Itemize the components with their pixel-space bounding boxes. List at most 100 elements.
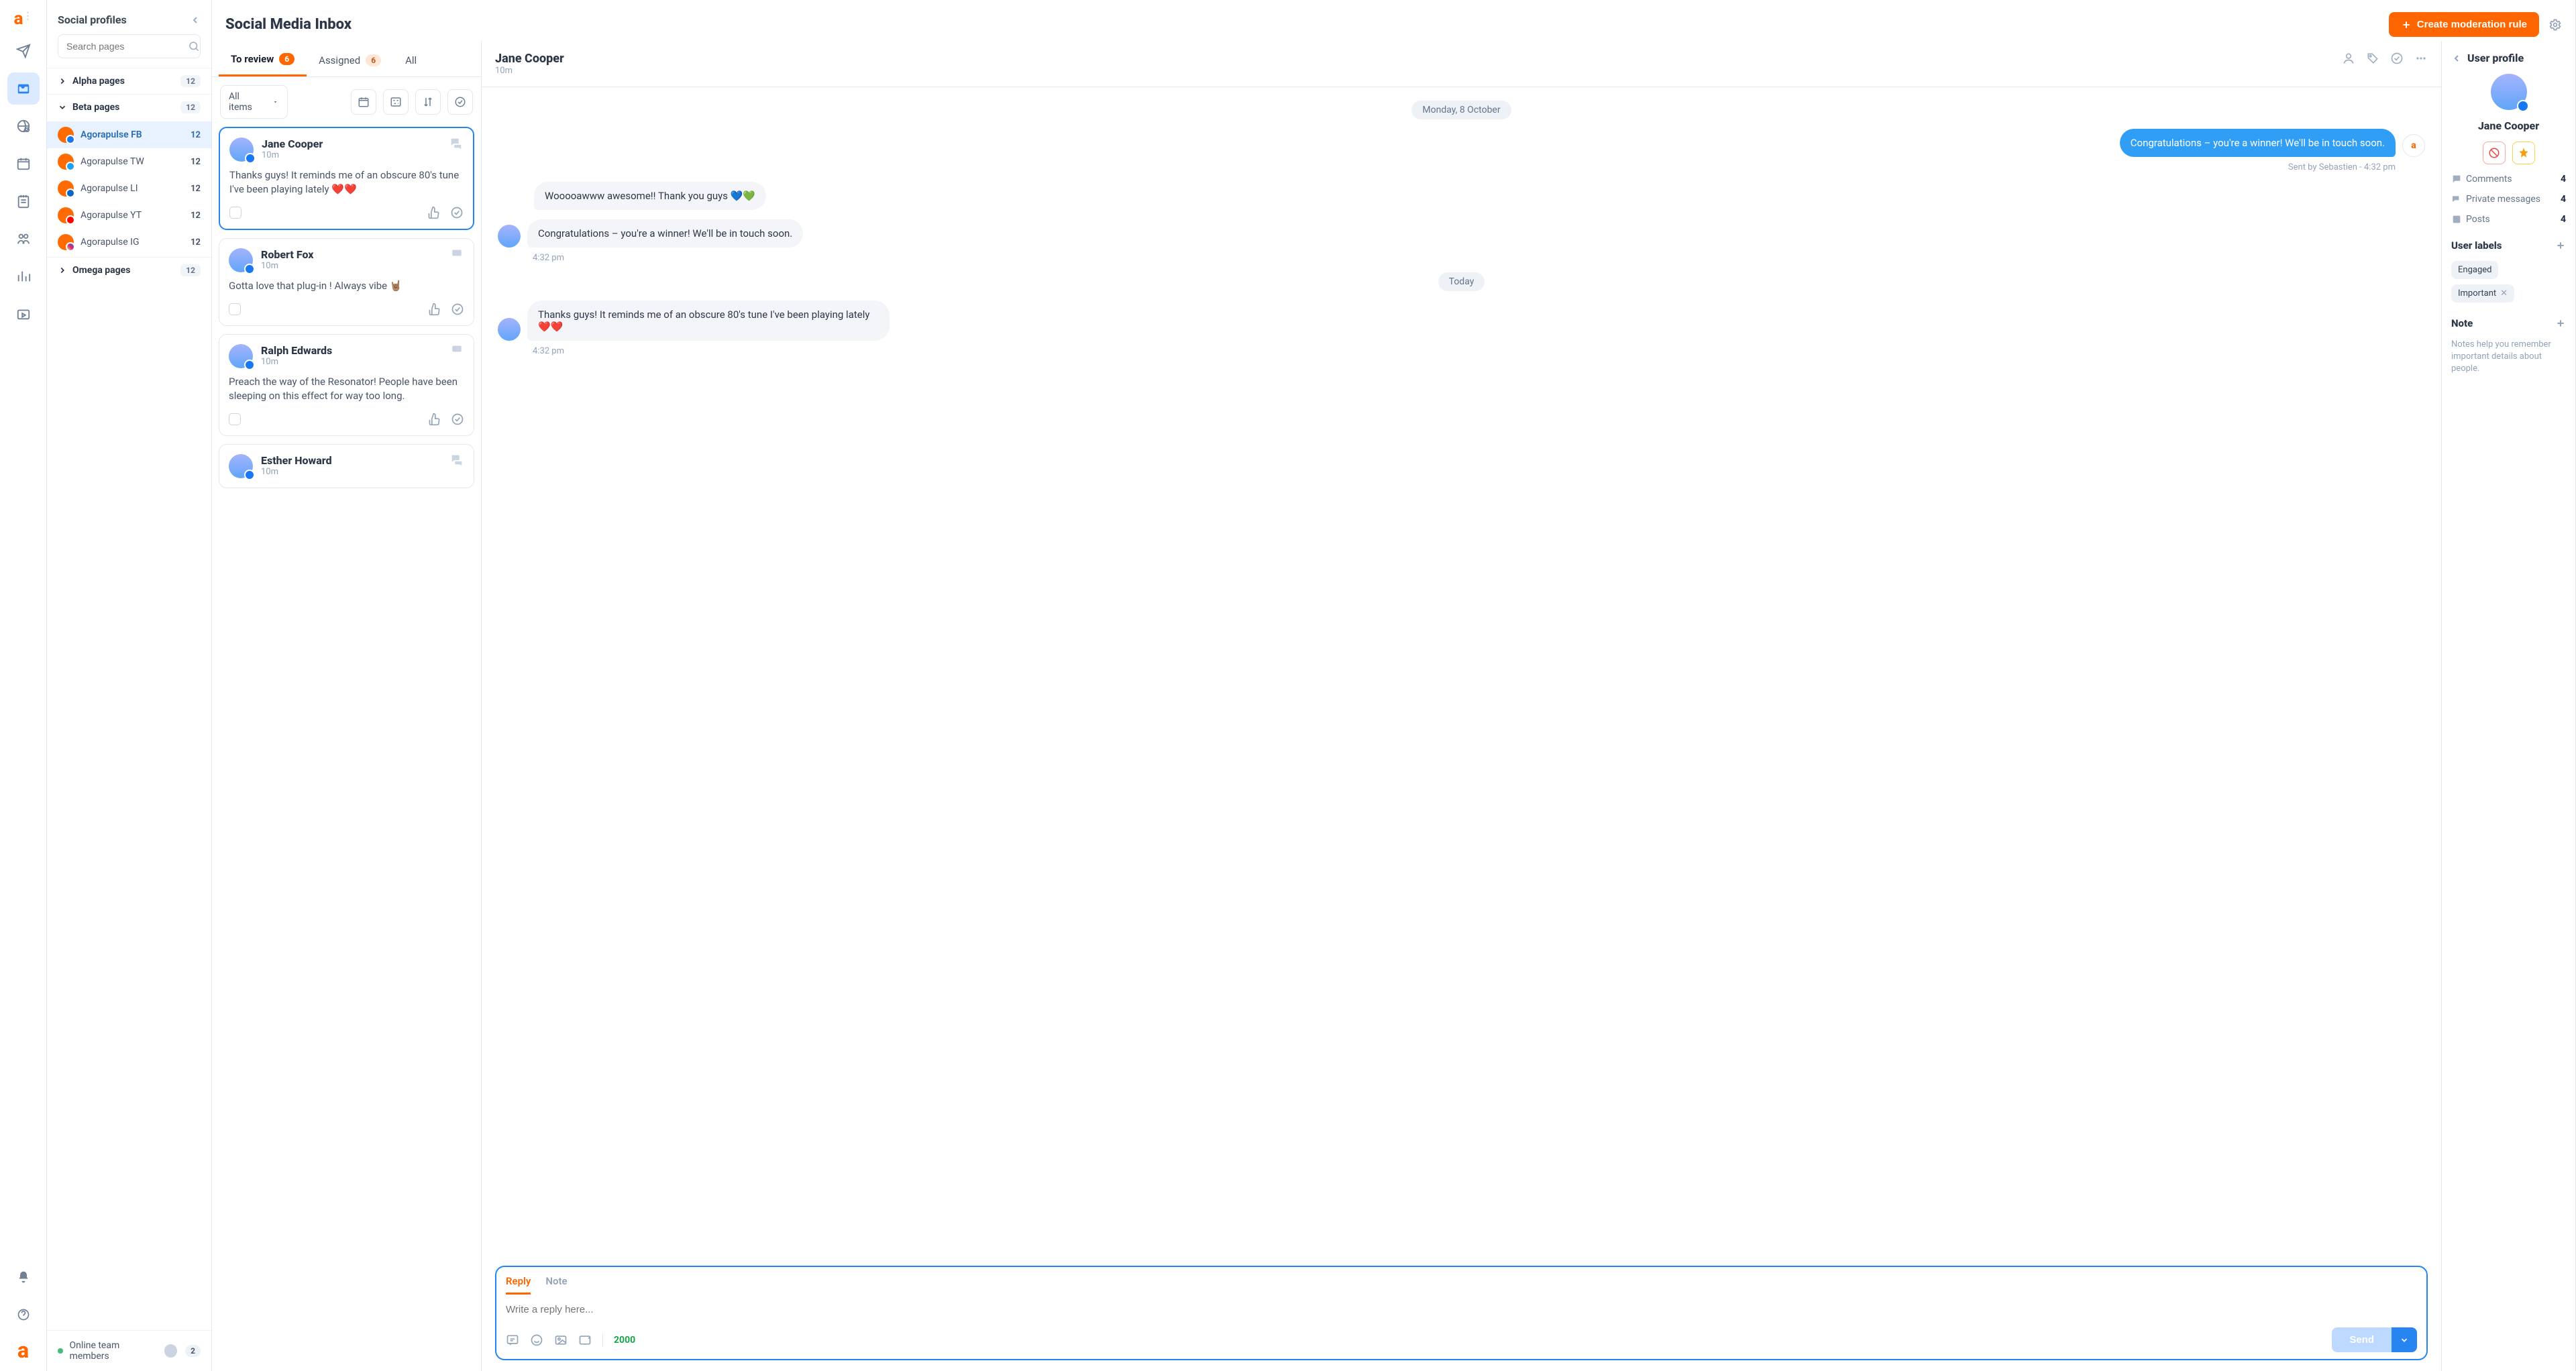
sidebar-collapse-icon[interactable]	[190, 15, 201, 25]
sidebar-footer[interactable]: Online team members 2	[47, 1330, 211, 1371]
image-icon[interactable]	[554, 1333, 568, 1347]
avatar	[229, 138, 254, 162]
add-label-icon[interactable]	[2555, 240, 2566, 251]
send-button[interactable]: Send	[2332, 1327, 2392, 1352]
like-icon[interactable]	[428, 303, 441, 316]
composer-tab-reply[interactable]: Reply	[506, 1275, 531, 1295]
checkbox[interactable]	[229, 303, 241, 315]
rail-inbox-icon[interactable]	[7, 72, 40, 105]
bubble-text: Congratulations – you're a winner! We'll…	[527, 219, 803, 248]
channel-ig[interactable]: Agorapulse IG 12	[47, 229, 211, 256]
char-count: 2000	[614, 1335, 635, 1346]
stat-pm[interactable]: Private messages 4	[2451, 194, 2566, 205]
chevron-down-icon	[272, 98, 278, 106]
emoji-icon[interactable]	[530, 1333, 543, 1347]
chevron-down-icon	[2400, 1335, 2409, 1345]
inbox-card[interactable]: Robert Fox10m Gotta love that plug-in ! …	[219, 238, 474, 326]
channels-beta: Agorapulse FB 12 Agorapulse TW 12 Agorap…	[47, 120, 211, 257]
mark-reviewed-icon[interactable]	[447, 89, 473, 115]
conversation-icon	[449, 453, 464, 468]
rail-home-icon[interactable]	[7, 35, 40, 67]
review-icon[interactable]	[451, 303, 464, 316]
message-received: Wooooawww awesome!! Thank you guys 💙💚	[498, 182, 2425, 210]
saved-reply-icon[interactable]	[506, 1333, 519, 1347]
channel-tw[interactable]: Agorapulse TW 12	[47, 148, 211, 175]
rail-notes-icon[interactable]	[7, 185, 40, 217]
review-icon[interactable]	[2390, 52, 2404, 65]
rail-notifications-icon[interactable]	[7, 1261, 40, 1293]
assign-icon[interactable]	[2342, 52, 2355, 65]
sort-icon[interactable]	[415, 89, 441, 115]
channel-count: 12	[191, 157, 201, 167]
avatar	[498, 225, 521, 248]
stat-comments[interactable]: Comments 4	[2451, 174, 2566, 184]
card-settings-icon[interactable]	[383, 89, 409, 115]
group-omega[interactable]: Omega pages 12	[47, 257, 211, 283]
composer-tab-note[interactable]: Note	[545, 1275, 567, 1295]
channel-name: Agorapulse TW	[80, 156, 144, 167]
search-input[interactable]	[66, 41, 188, 52]
checkbox[interactable]	[229, 207, 241, 219]
rail-calendar-icon[interactable]	[7, 148, 40, 180]
rail-listening-icon[interactable]	[7, 110, 40, 142]
channel-name: Agorapulse FB	[80, 129, 142, 140]
gif-icon[interactable]	[578, 1333, 592, 1347]
add-note-icon[interactable]	[2555, 318, 2566, 329]
reply-input[interactable]	[506, 1304, 2417, 1315]
card-name: Robert Fox	[261, 248, 314, 261]
like-icon[interactable]	[428, 413, 441, 426]
channel-icon	[58, 154, 74, 170]
profile-title: User profile	[2467, 52, 2524, 64]
inbox-card[interactable]: Ralph Edwards10m Preach the way of the R…	[219, 334, 474, 436]
review-icon[interactable]	[451, 413, 464, 426]
remove-chip-icon[interactable]: ✕	[2500, 288, 2508, 298]
section-title: User labels	[2451, 239, 2502, 252]
avatar	[229, 248, 253, 272]
card-name: Esther Howard	[261, 454, 332, 467]
inbox-card[interactable]: Esther Howard10m	[219, 444, 474, 488]
group-count: 12	[180, 75, 201, 87]
rail-help-icon[interactable]	[7, 1299, 40, 1331]
channel-yt[interactable]: Agorapulse YT 12	[47, 202, 211, 229]
rail-reports-icon[interactable]	[7, 260, 40, 292]
group-beta[interactable]: Beta pages 12	[47, 94, 211, 120]
group-label: Beta pages	[72, 102, 119, 113]
group-count: 12	[180, 264, 201, 276]
inbox-card[interactable]: Jane Cooper10m Thanks guys! It reminds m…	[219, 127, 474, 230]
tab-to-review[interactable]: To review 6	[219, 41, 307, 76]
settings-icon[interactable]	[2548, 18, 2562, 32]
ban-button[interactable]	[2483, 142, 2506, 164]
stat-posts[interactable]: Posts 4	[2451, 214, 2566, 225]
post-icon	[2451, 214, 2462, 225]
back-icon[interactable]	[2451, 53, 2462, 64]
page-title: Social Media Inbox	[225, 16, 352, 33]
label-chip[interactable]: Engaged	[2451, 261, 2498, 279]
rail-library-icon[interactable]	[7, 298, 40, 330]
group-alpha[interactable]: Alpha pages 12	[47, 68, 211, 94]
online-count: 2	[185, 1345, 201, 1357]
label-chip[interactable]: Important✕	[2451, 284, 2514, 303]
channel-name: Agorapulse IG	[80, 237, 140, 248]
star-button[interactable]	[2512, 142, 2535, 164]
review-icon[interactable]	[450, 206, 464, 219]
tab-assigned[interactable]: Assigned 6	[307, 41, 393, 76]
search-input-wrap[interactable]	[58, 34, 201, 58]
agent-avatar-icon: a	[2402, 134, 2425, 157]
section-title: Note	[2451, 317, 2473, 329]
tab-all[interactable]: All	[393, 41, 429, 76]
avatar	[498, 318, 521, 341]
filter-dropdown[interactable]: All items	[220, 85, 288, 119]
create-moderation-rule-button[interactable]: Create moderation rule	[2389, 12, 2539, 37]
calendar-filter-icon[interactable]	[351, 89, 376, 115]
more-icon[interactable]	[2414, 52, 2428, 65]
message-meta: 4:32 pm	[533, 346, 564, 356]
tag-icon[interactable]	[2366, 52, 2379, 65]
plus-icon	[2401, 19, 2412, 30]
channel-fb[interactable]: Agorapulse FB 12	[47, 121, 211, 148]
rail-team-icon[interactable]	[7, 223, 40, 255]
team-avatar-icon	[163, 1343, 178, 1359]
channel-li[interactable]: Agorapulse LI 12	[47, 175, 211, 202]
like-icon[interactable]	[427, 206, 441, 219]
checkbox[interactable]	[229, 413, 241, 425]
send-dropdown-button[interactable]	[2392, 1327, 2417, 1352]
